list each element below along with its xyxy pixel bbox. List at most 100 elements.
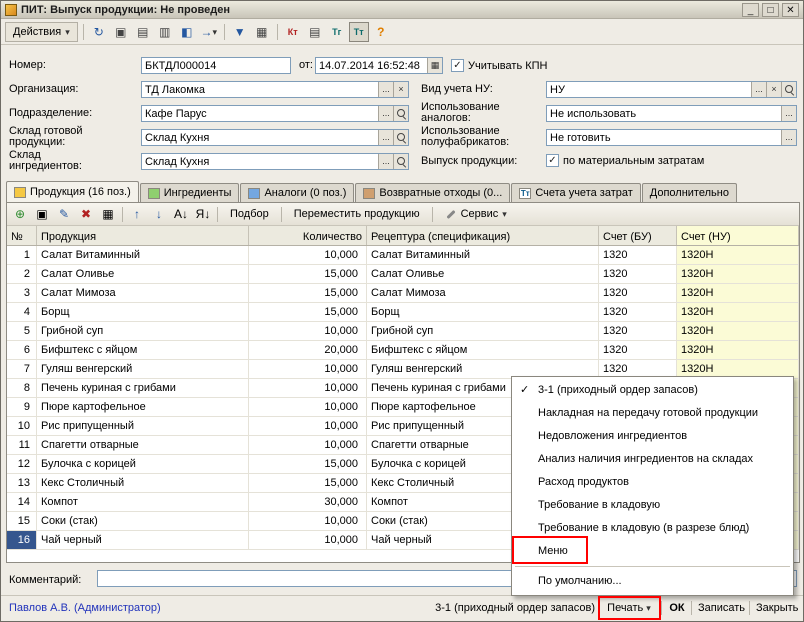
cell-quantity[interactable]: 15,000 bbox=[249, 455, 367, 473]
copy-icon[interactable]: ▣ bbox=[111, 22, 131, 42]
cell-quantity[interactable]: 15,000 bbox=[249, 303, 367, 321]
cell-recipe[interactable]: Салат Витаминный bbox=[367, 246, 599, 264]
calendar-icon[interactable]: ▦ bbox=[427, 58, 442, 73]
nu-kind-field[interactable] bbox=[547, 82, 751, 97]
cell-row-number-selected[interactable]: 16 bbox=[7, 531, 37, 549]
delete-row-icon[interactable]: ✖ bbox=[76, 205, 96, 224]
clear-icon[interactable]: × bbox=[766, 82, 781, 97]
cell-product[interactable]: Салат Мимоза bbox=[37, 284, 249, 302]
goto-icon[interactable]: →▾ bbox=[199, 22, 219, 42]
select-ellipsis-icon[interactable]: ... bbox=[378, 82, 393, 97]
col-header-num[interactable]: № bbox=[7, 226, 37, 245]
print-menu-item-pantry-request[interactable]: Требование в кладовую bbox=[512, 494, 793, 517]
save-button[interactable]: Записать bbox=[694, 598, 748, 618]
cell-row-number[interactable]: 7 bbox=[7, 360, 37, 378]
col-header-recipe[interactable]: Рецептура (спецификация) bbox=[367, 226, 599, 245]
sort-descending-icon[interactable]: Я↓ bbox=[193, 205, 213, 224]
print-button[interactable]: Печать ▾ bbox=[601, 598, 657, 618]
clear-icon[interactable]: × bbox=[393, 82, 408, 97]
cell-account-bu[interactable]: 1320 bbox=[599, 322, 677, 340]
select-ellipsis-icon[interactable]: ... bbox=[781, 106, 796, 121]
close-icon[interactable]: ✕ bbox=[782, 3, 799, 17]
cell-account-bu[interactable]: 1320 bbox=[599, 265, 677, 283]
cell-row-number[interactable]: 5 bbox=[7, 322, 37, 340]
output-mode-checkbox[interactable]: ✓ bbox=[546, 154, 559, 167]
col-header-account-bu[interactable]: Счет (БУ) bbox=[599, 226, 677, 245]
minimize-icon[interactable]: _ bbox=[742, 3, 759, 17]
cell-account-bu[interactable]: 1320 bbox=[599, 284, 677, 302]
set-order-icon[interactable]: ▦ bbox=[98, 205, 118, 224]
cell-account-nu[interactable]: 1320Н bbox=[677, 284, 799, 302]
cell-row-number[interactable]: 13 bbox=[7, 474, 37, 492]
cell-recipe[interactable]: Грибной суп bbox=[367, 322, 599, 340]
dt-kt-icon[interactable]: Кт bbox=[283, 22, 303, 42]
print-menu-item-product-consumption[interactable]: Расход продуктов bbox=[512, 471, 793, 494]
maximize-icon[interactable]: □ bbox=[762, 3, 779, 17]
filter-icon[interactable]: ▼ bbox=[230, 22, 250, 42]
cell-account-bu[interactable]: 1320 bbox=[599, 246, 677, 264]
cell-product[interactable]: Спагетти отварные bbox=[37, 436, 249, 454]
refresh-icon[interactable]: ↻ bbox=[89, 22, 109, 42]
tab-cost-accounts[interactable]: Тт Счета учета затрат bbox=[511, 183, 640, 202]
cell-product[interactable]: Салат Оливье bbox=[37, 265, 249, 283]
finished-goods-warehouse-field[interactable] bbox=[142, 130, 378, 145]
select-ellipsis-icon[interactable]: ... bbox=[378, 154, 393, 169]
related-documents-icon[interactable]: ◧ bbox=[177, 22, 197, 42]
cell-product[interactable]: Соки (стак) bbox=[37, 512, 249, 530]
cell-quantity[interactable]: 10,000 bbox=[249, 436, 367, 454]
number-field[interactable] bbox=[142, 58, 290, 73]
cell-quantity[interactable]: 20,000 bbox=[249, 341, 367, 359]
cell-quantity[interactable]: 10,000 bbox=[249, 512, 367, 530]
cell-quantity[interactable]: 10,000 bbox=[249, 360, 367, 378]
print-menu-item-menu[interactable]: Меню bbox=[512, 540, 793, 563]
cell-product[interactable]: Гуляш венгерский bbox=[37, 360, 249, 378]
semifinished-usage-field[interactable] bbox=[547, 130, 781, 145]
cell-quantity[interactable]: 15,000 bbox=[249, 284, 367, 302]
analog-usage-field[interactable] bbox=[547, 106, 781, 121]
cell-product[interactable]: Пюре картофельное bbox=[37, 398, 249, 416]
podbor-button[interactable]: Подбор bbox=[222, 205, 277, 223]
totals-icon[interactable]: Тг bbox=[327, 22, 347, 42]
tab-analogs[interactable]: Аналоги (0 поз.) bbox=[240, 183, 354, 202]
cell-account-nu[interactable]: 1320Н bbox=[677, 246, 799, 264]
cell-account-nu[interactable]: 1320Н bbox=[677, 322, 799, 340]
print-menu-item-order[interactable]: ✓ 3-1 (приходный ордер запасов) bbox=[512, 379, 793, 402]
cell-account-nu[interactable]: 1320Н bbox=[677, 265, 799, 283]
cell-quantity[interactable]: 10,000 bbox=[249, 246, 367, 264]
cell-product[interactable]: Печень куриная с грибами bbox=[37, 379, 249, 397]
magnifier-icon[interactable] bbox=[393, 106, 408, 121]
cell-account-nu[interactable]: 1320Н bbox=[677, 341, 799, 359]
copy-row-icon[interactable]: ▣ bbox=[32, 205, 52, 224]
print-menu-item-availability-analysis[interactable]: Анализ наличия ингредиентов на складах bbox=[512, 448, 793, 471]
cell-product[interactable]: Кекс Столичный bbox=[37, 474, 249, 492]
cell-product[interactable]: Бифштекс с яйцом bbox=[37, 341, 249, 359]
cell-quantity[interactable]: 10,000 bbox=[249, 379, 367, 397]
cell-row-number[interactable]: 1 bbox=[7, 246, 37, 264]
print-menu-item-waybill[interactable]: Накладная на передачу готовой продукции bbox=[512, 402, 793, 425]
cell-row-number[interactable]: 6 bbox=[7, 341, 37, 359]
service-menu-button[interactable]: Сервис ▾ bbox=[437, 205, 515, 223]
select-ellipsis-icon[interactable]: ... bbox=[781, 130, 796, 145]
cell-row-number[interactable]: 15 bbox=[7, 512, 37, 530]
actions-menu-button[interactable]: Действия ▾ bbox=[5, 22, 78, 42]
cell-product[interactable]: Грибной суп bbox=[37, 322, 249, 340]
cell-account-nu[interactable]: 1320Н bbox=[677, 303, 799, 321]
journal-icon[interactable]: ▤ bbox=[305, 22, 325, 42]
ingredients-warehouse-field[interactable] bbox=[142, 154, 378, 169]
move-products-button[interactable]: Переместить продукцию bbox=[286, 205, 428, 223]
cell-row-number[interactable]: 11 bbox=[7, 436, 37, 454]
cost-accounts-toggle-icon[interactable]: Тт bbox=[349, 22, 369, 42]
cell-recipe[interactable]: Бифштекс с яйцом bbox=[367, 341, 599, 359]
cell-row-number[interactable]: 10 bbox=[7, 417, 37, 435]
clipboard-icon[interactable]: ▥ bbox=[155, 22, 175, 42]
cell-product[interactable]: Булочка с корицей bbox=[37, 455, 249, 473]
print-menu-item-default[interactable]: По умолчанию... bbox=[512, 570, 793, 593]
close-button[interactable]: Закрыть bbox=[752, 598, 800, 618]
add-row-icon[interactable]: ⊕ bbox=[10, 205, 30, 224]
cell-product[interactable]: Рис припущенный bbox=[37, 417, 249, 435]
cell-row-number[interactable]: 8 bbox=[7, 379, 37, 397]
ok-button[interactable]: ОК bbox=[664, 598, 690, 618]
cell-quantity[interactable]: 15,000 bbox=[249, 265, 367, 283]
print-menu-item-shortfall[interactable]: Недовложения ингредиентов bbox=[512, 425, 793, 448]
cell-recipe[interactable]: Салат Мимоза bbox=[367, 284, 599, 302]
